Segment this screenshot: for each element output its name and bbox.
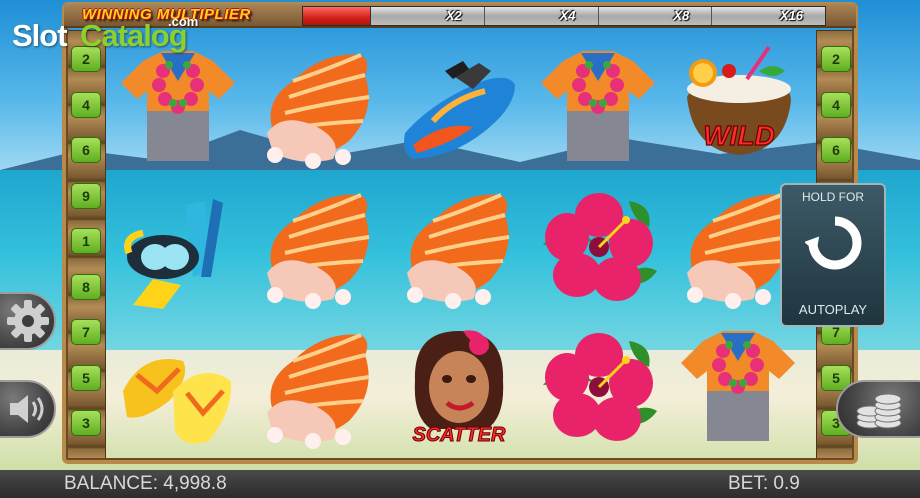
settings-button[interactable] [0, 292, 56, 350]
autoplay-hold-label: HOLD FOR [801, 190, 864, 204]
multiplier-progress-fill [303, 7, 371, 25]
logo-slot-text: Slot [12, 18, 68, 53]
status-bar: BALANCE: 4,998.8 BET: 0.9 [0, 470, 920, 498]
shirt-icon [541, 51, 655, 161]
autoplay-label: AUTOPLAY [798, 302, 868, 317]
speaker-icon [10, 395, 44, 423]
coin-stack-icon [856, 393, 902, 429]
flipflops-icon [123, 359, 232, 444]
reel-symbol-flipflops [108, 316, 248, 456]
scatter-label: SCATTER [413, 424, 507, 446]
multiplier-segment-x16: X16 [779, 8, 803, 23]
jetski-icon [404, 61, 515, 159]
reel-symbol-shell [388, 176, 528, 316]
autoplay-button[interactable]: HOLD FOR AUTOPLAY [780, 183, 886, 327]
gear-icon [7, 300, 49, 342]
snorkel-icon [124, 199, 223, 309]
shell-icon [267, 193, 370, 309]
logo-domain-text: .com [168, 14, 199, 29]
reel-symbol-shirt [668, 316, 808, 456]
hibiscus-icon [543, 193, 657, 301]
shell-icon [267, 333, 370, 449]
reel-symbol-hibiscus [528, 176, 668, 316]
reel-symbol-hibiscus [528, 316, 668, 456]
hibiscus-icon [543, 333, 657, 441]
multiplier-meter: X2 X4 X8 X16 [302, 6, 826, 26]
shirt-icon [121, 51, 235, 161]
shirt-icon [681, 331, 795, 441]
slotcatalog-logo: Slot Catalog .com [12, 10, 212, 60]
reel-symbol-girl-scatter: SCATTER [388, 316, 528, 456]
coconut-wild-icon: WILD [687, 45, 791, 155]
reels-grid: WILD SCATTER [108, 36, 808, 456]
reel-symbol-snorkel [108, 176, 248, 316]
shell-icon [407, 193, 510, 309]
reel-symbol-jetski [388, 36, 528, 176]
multiplier-segment-x8: X8 [599, 7, 713, 25]
shell-icon [267, 53, 370, 169]
reel-symbol-coconut-wild: WILD [668, 36, 808, 176]
reel-symbol-shell [248, 36, 388, 176]
reel-symbol-shirt [528, 36, 668, 176]
balance-display: BALANCE: 4,998.8 [64, 473, 227, 494]
refresh-icon [805, 216, 862, 270]
multiplier-segment-x4: X4 [485, 7, 599, 25]
girl-scatter-icon: SCATTER [412, 330, 507, 447]
reel-symbol-shell [248, 176, 388, 316]
sound-button[interactable] [0, 380, 56, 438]
wild-label: WILD [703, 120, 775, 151]
bet-button[interactable] [836, 380, 920, 438]
bet-display: BET: 0.9 [728, 473, 800, 494]
reel-symbol-shell [248, 316, 388, 456]
multiplier-segment-x2: X2 [371, 7, 485, 25]
